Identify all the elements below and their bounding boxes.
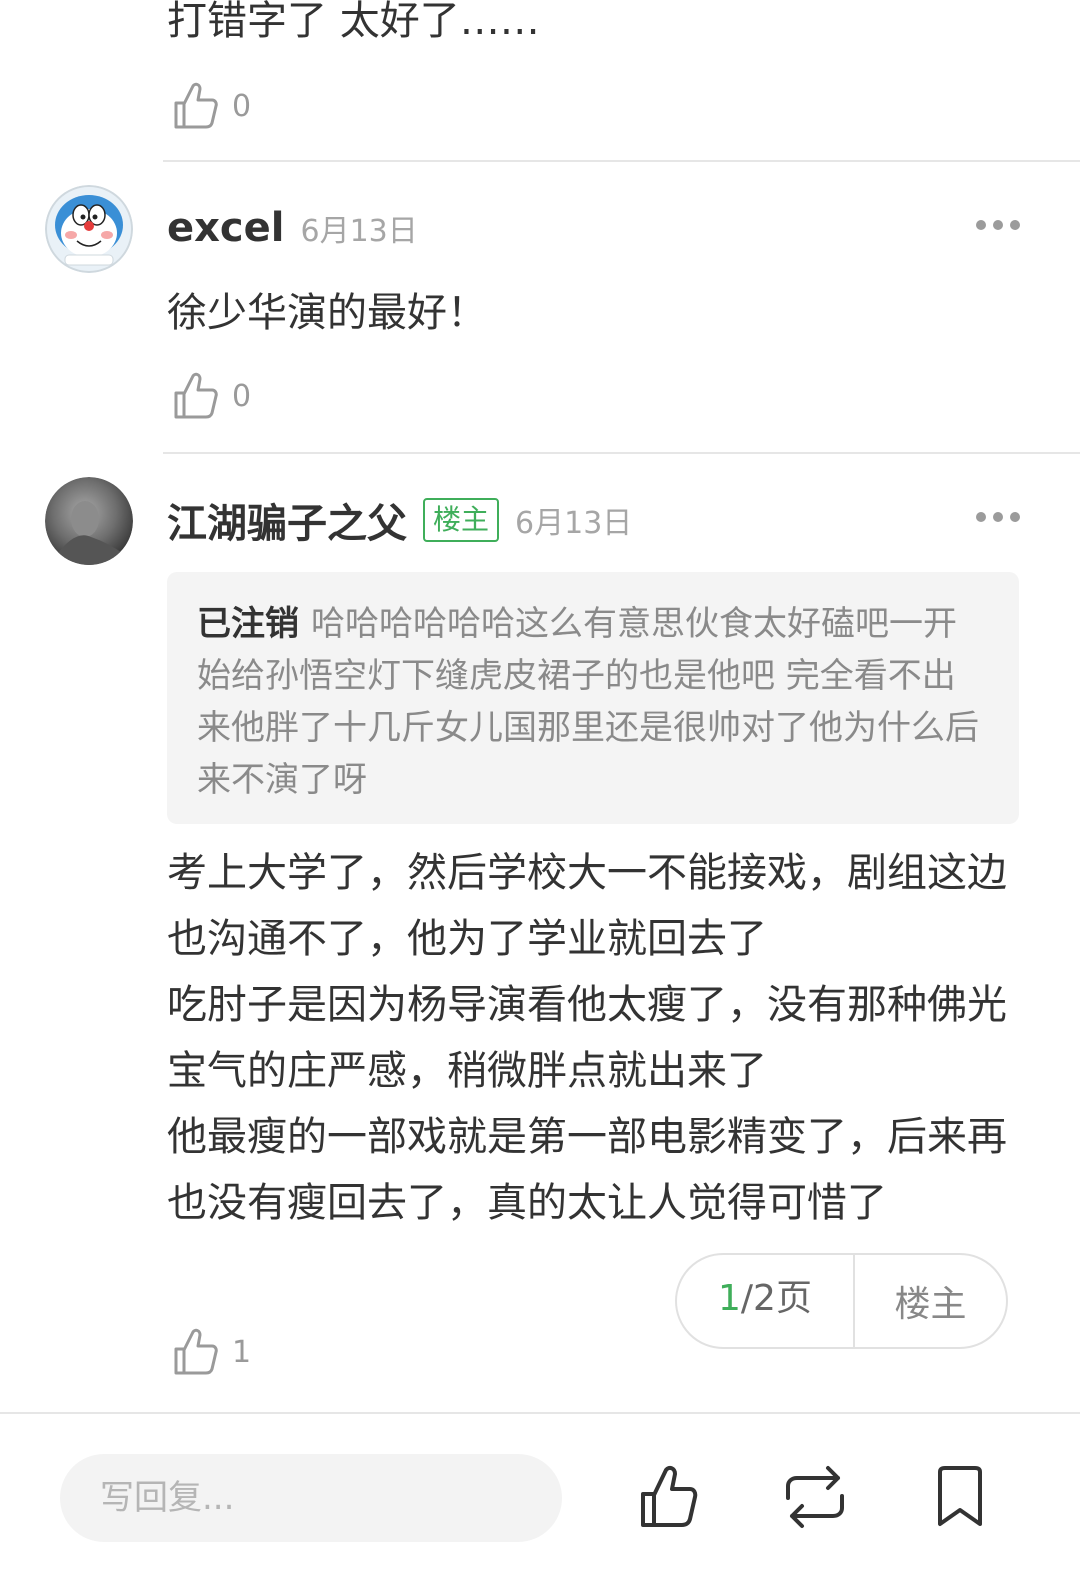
thumbs-up-icon (174, 82, 218, 129)
more-options-button[interactable] (976, 219, 1020, 231)
dot-icon (993, 512, 1003, 522)
quoted-reply[interactable]: 已注销 哈哈哈哈哈哈这么有意思伙食太好磕吧一开始给孙悟空灯下缝虎皮裙子的也是他吧 … (167, 572, 1019, 824)
username[interactable]: excel (167, 205, 284, 251)
comment-text: 徐少华演的最好！ (167, 290, 487, 336)
total-pages: /2页 (740, 1278, 812, 1319)
like-button[interactable]: 0 (172, 80, 251, 132)
like-icon[interactable] (638, 1464, 698, 1530)
like-button[interactable]: 0 (172, 370, 251, 422)
thumbs-up-icon (174, 1328, 218, 1375)
avatar-image (45, 477, 133, 565)
like-button[interactable]: 1 (172, 1326, 251, 1378)
dot-icon (1010, 220, 1020, 230)
comment-header: excel 6月13日 (167, 198, 418, 258)
comment-date: 6月13日 (515, 506, 633, 541)
comment-thread-page: 打错字了 太好了…… 0 excel 6月13日 徐少华演的最好！ 0 江湖骗子… (0, 0, 1080, 1591)
like-count: 0 (232, 378, 252, 414)
page-indicator[interactable]: 1/2页 (677, 1253, 855, 1349)
reply-input[interactable] (60, 1454, 562, 1542)
quoted-text: 哈哈哈哈哈哈这么有意思伙食太好磕吧一开始给孙悟空灯下缝虎皮裙子的也是他吧 完全看… (197, 604, 979, 800)
divider (163, 160, 1080, 162)
more-options-button[interactable] (976, 511, 1020, 523)
avatar-image (45, 185, 133, 273)
like-count: 1 (232, 1334, 252, 1370)
page-pager: 1/2页 楼主 (675, 1253, 1008, 1349)
avatar[interactable] (45, 477, 133, 565)
username[interactable]: 江湖骗子之父 (167, 491, 407, 549)
bookmark-icon[interactable] (930, 1464, 990, 1530)
comment-text: 打错字了 太好了…… (167, 0, 540, 44)
comment-header: 江湖骗子之父 楼主 6月13日 (167, 490, 632, 550)
dot-icon (1010, 512, 1020, 522)
comment-text: 考上大学了，然后学校大一不能接戏，剧组这边也沟通不了，他为了学业就回去了 吃肘子… (167, 850, 1007, 1226)
repost-icon[interactable] (780, 1464, 850, 1530)
thumbs-up-icon (174, 372, 218, 419)
dot-icon (993, 220, 1003, 230)
avatar[interactable] (45, 185, 133, 273)
comment-date: 6月13日 (300, 214, 418, 249)
like-count: 0 (232, 88, 252, 124)
quoted-author: 已注销 (197, 604, 299, 644)
current-page: 1 (718, 1278, 741, 1319)
dot-icon (976, 512, 986, 522)
dot-icon (976, 220, 986, 230)
bottom-action-bar (0, 1412, 1080, 1591)
owner-only-button[interactable]: 楼主 (855, 1275, 1006, 1327)
op-badge: 楼主 (423, 498, 500, 542)
divider (163, 452, 1080, 454)
